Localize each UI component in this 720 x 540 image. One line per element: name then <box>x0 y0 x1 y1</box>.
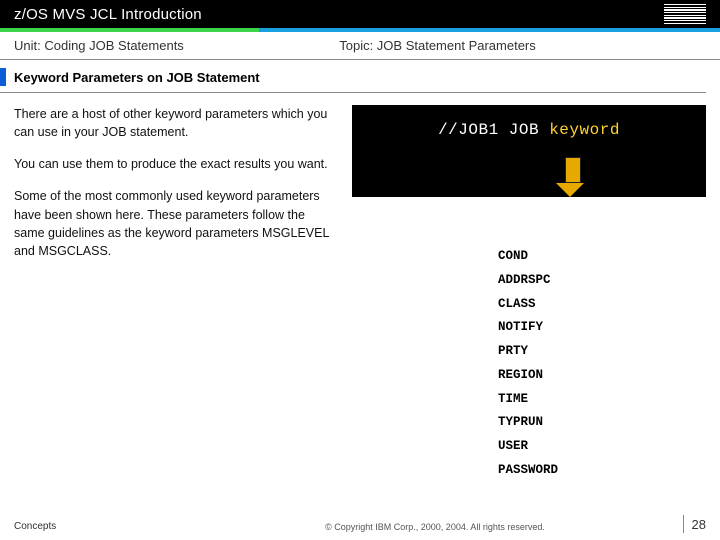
code-prefix: //JOB1 JOB <box>438 121 549 139</box>
keyword-item: ADDRSPC <box>498 269 706 293</box>
keyword-item: REGION <box>498 364 706 388</box>
arrow-down-icon <box>562 157 584 197</box>
section-title: Keyword Parameters on JOB Statement <box>14 70 260 85</box>
footer-copyright: © Copyright IBM Corp., 2000, 2004. All r… <box>214 522 656 532</box>
paragraph-1: There are a host of other keyword parame… <box>14 105 334 141</box>
description-column: There are a host of other keyword parame… <box>14 105 334 483</box>
keyword-item: PASSWORD <box>498 459 706 483</box>
keyword-item: TYPRUN <box>498 411 706 435</box>
illustration-column: //JOB1 JOB keyword COND ADDRSPC CLASS NO… <box>352 105 706 483</box>
keyword-item: COND <box>498 245 706 269</box>
keyword-item: USER <box>498 435 706 459</box>
paragraph-2: You can use them to produce the exact re… <box>14 155 334 173</box>
keyword-item: NOTIFY <box>498 316 706 340</box>
ibm-logo-icon <box>664 4 706 24</box>
footer: Concepts © Copyright IBM Corp., 2000, 20… <box>0 515 720 532</box>
paragraph-3: Some of the most commonly used keyword p… <box>14 187 334 260</box>
keyword-item: CLASS <box>498 293 706 317</box>
content-area: There are a host of other keyword parame… <box>0 93 720 483</box>
code-keyword: keyword <box>549 121 620 139</box>
header-bar: z/OS MVS JCL Introduction <box>0 0 720 28</box>
footer-left: Concepts <box>14 521 214 532</box>
footer-page-number: 28 <box>656 515 706 532</box>
keyword-list: COND ADDRSPC CLASS NOTIFY PRTY REGION TI… <box>498 245 706 483</box>
section-title-row: Keyword Parameters on JOB Statement <box>0 60 706 93</box>
section-marker-icon <box>0 68 6 86</box>
jcl-code-line: //JOB1 JOB keyword <box>364 121 694 139</box>
subheader: Unit: Coding JOB Statements Topic: JOB S… <box>0 32 720 60</box>
topic-label: Topic: JOB Statement Parameters <box>339 38 706 53</box>
keyword-item: PRTY <box>498 340 706 364</box>
course-title: z/OS MVS JCL Introduction <box>14 6 202 23</box>
unit-label: Unit: Coding JOB Statements <box>14 38 339 53</box>
code-terminal: //JOB1 JOB keyword <box>352 105 706 197</box>
keyword-item: TIME <box>498 388 706 412</box>
